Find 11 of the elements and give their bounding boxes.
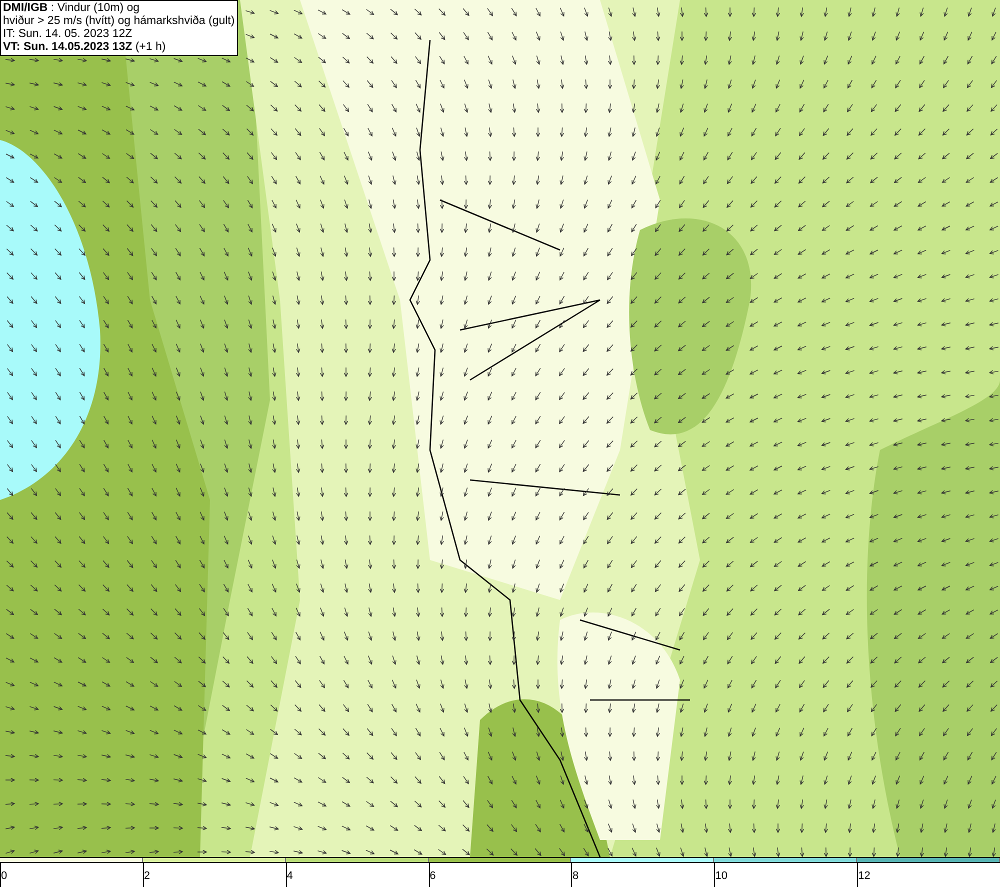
title-line: hviður > 25 m/s (hvítt) og hámarkshviða (gult) bbox=[3, 15, 235, 28]
legend-label: 0 bbox=[1, 870, 8, 882]
legend-label: 6 bbox=[430, 870, 436, 882]
title-line: IT: Sun. 14. 05. 2023 12Z bbox=[3, 28, 134, 41]
title-line: DMI/IGB : Vindur (10m) og bbox=[3, 2, 141, 15]
legend-label: 8 bbox=[572, 870, 579, 882]
legend-label: 2 bbox=[144, 870, 150, 882]
legend-label: 4 bbox=[286, 870, 293, 882]
title-line: VT: Sun. 14.05.2023 13Z (+1 h) bbox=[3, 41, 167, 54]
legend-label: 10 bbox=[715, 870, 728, 882]
legend-label: 12 bbox=[858, 870, 870, 882]
